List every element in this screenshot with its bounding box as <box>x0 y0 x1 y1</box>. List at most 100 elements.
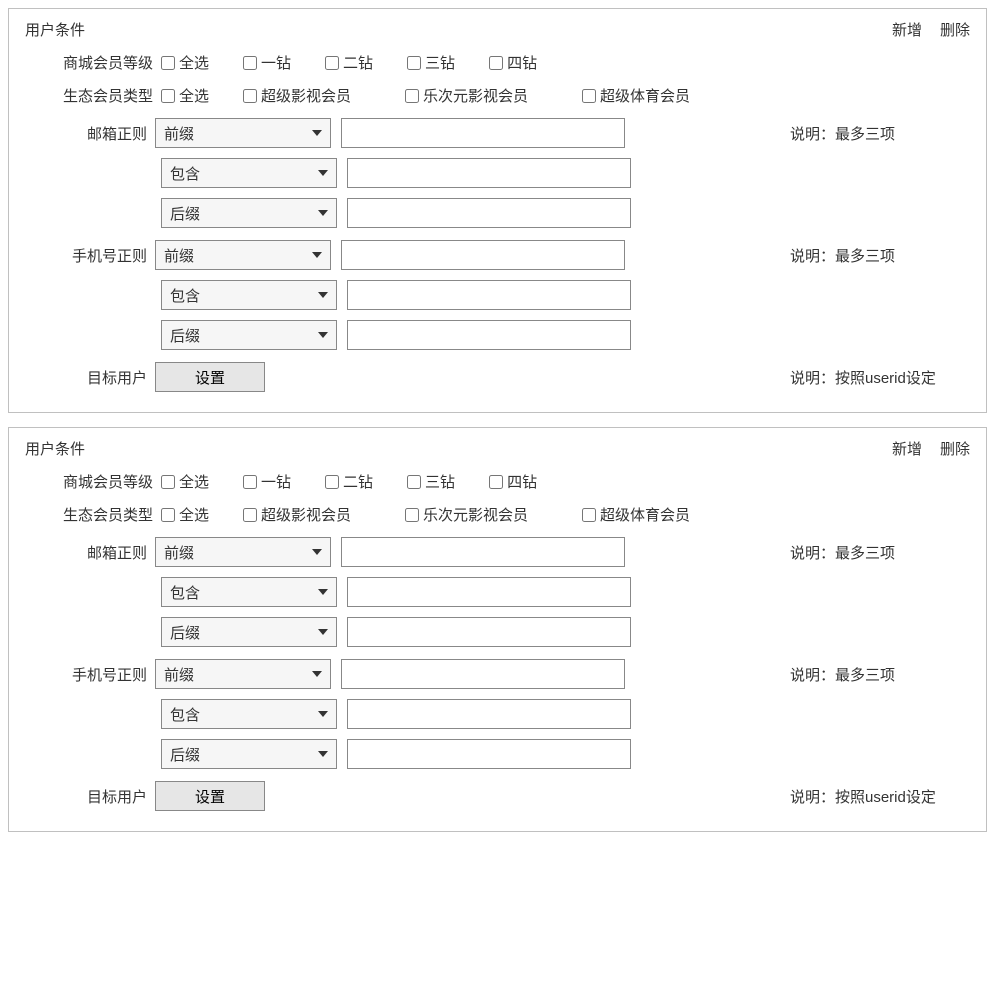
phone-regex-select-contain[interactable]: 包含 <box>161 280 337 310</box>
phone-regex-block: 手机号正则 前缀 说明：最多三项 包含 后缀 <box>25 659 970 769</box>
email-regex-select-prefix[interactable]: 前缀 <box>155 118 331 148</box>
email-regex-input-contain[interactable] <box>347 577 631 607</box>
checkbox-diamond-3[interactable]: 三钻 <box>407 52 455 73</box>
email-regex-input-suffix[interactable] <box>347 617 631 647</box>
target-user-set-button[interactable]: 设置 <box>155 362 265 392</box>
checkbox-2d-video[interactable]: 乐次元影视会员 <box>405 85 528 106</box>
checkbox-input[interactable] <box>243 475 257 489</box>
phone-regex-select-contain[interactable]: 包含 <box>161 699 337 729</box>
target-user-label: 目标用户 <box>25 367 155 388</box>
checkbox-all[interactable]: 全选 <box>161 504 209 525</box>
phone-regex-select-prefix[interactable]: 前缀 <box>155 659 331 689</box>
phone-regex-select-suffix[interactable]: 后缀 <box>161 739 337 769</box>
select-value: 前缀 <box>164 664 194 685</box>
phone-regex-block: 手机号正则 前缀 说明：最多三项 包含 后缀 <box>25 240 970 350</box>
select-value: 包含 <box>170 704 200 725</box>
email-regex-row-2: 后缀 <box>25 198 970 228</box>
phone-regex-input-prefix[interactable] <box>341 240 625 270</box>
mall-level-row: 商城会员等级 全选 一钻 二钻 三钻 四钻 <box>25 471 970 492</box>
checkbox-input[interactable] <box>161 475 175 489</box>
email-regex-row-1: 包含 <box>25 577 970 607</box>
select-value: 后缀 <box>170 622 200 643</box>
mall-level-options: 全选 一钻 二钻 三钻 四钻 <box>161 52 565 73</box>
checkbox-input[interactable] <box>325 56 339 70</box>
checkbox-input[interactable] <box>325 475 339 489</box>
phone-regex-input-contain[interactable] <box>347 280 631 310</box>
checkbox-input[interactable] <box>405 508 419 522</box>
checkbox-super-sport[interactable]: 超级体育会员 <box>582 504 690 525</box>
phone-regex-select-prefix[interactable]: 前缀 <box>155 240 331 270</box>
select-value: 包含 <box>170 582 200 603</box>
checkbox-diamond-2[interactable]: 二钻 <box>325 471 373 492</box>
chevron-down-icon <box>312 671 322 677</box>
email-regex-input-prefix[interactable] <box>341 118 625 148</box>
select-value: 前缀 <box>164 245 194 266</box>
email-regex-input-contain[interactable] <box>347 158 631 188</box>
email-regex-input-prefix[interactable] <box>341 537 625 567</box>
checkbox-diamond-1[interactable]: 一钻 <box>243 52 291 73</box>
checkbox-input[interactable] <box>405 89 419 103</box>
checkbox-label: 乐次元影视会员 <box>423 85 528 106</box>
checkbox-input[interactable] <box>489 56 503 70</box>
checkbox-input[interactable] <box>407 475 421 489</box>
email-regex-select-prefix[interactable]: 前缀 <box>155 537 331 567</box>
phone-regex-input-prefix[interactable] <box>341 659 625 689</box>
checkbox-diamond-3[interactable]: 三钻 <box>407 471 455 492</box>
mall-level-options: 全选 一钻 二钻 三钻 四钻 <box>161 471 565 492</box>
checkbox-input[interactable] <box>243 89 257 103</box>
checkbox-label: 超级体育会员 <box>600 504 690 525</box>
checkbox-diamond-4[interactable]: 四钻 <box>489 471 537 492</box>
checkbox-super-video[interactable]: 超级影视会员 <box>243 85 351 106</box>
email-regex-select-contain[interactable]: 包含 <box>161 158 337 188</box>
delete-button[interactable]: 删除 <box>940 438 970 459</box>
phone-regex-row-2: 后缀 <box>25 739 970 769</box>
checkbox-2d-video[interactable]: 乐次元影视会员 <box>405 504 528 525</box>
target-user-set-button[interactable]: 设置 <box>155 781 265 811</box>
checkbox-all[interactable]: 全选 <box>161 85 209 106</box>
checkbox-diamond-4[interactable]: 四钻 <box>489 52 537 73</box>
target-user-row: 目标用户 设置 说明：按照userid设定 <box>25 362 970 392</box>
phone-regex-input-contain[interactable] <box>347 699 631 729</box>
checkbox-input[interactable] <box>489 475 503 489</box>
checkbox-all[interactable]: 全选 <box>161 471 209 492</box>
eco-member-options: 全选 超级影视会员 乐次元影视会员 超级体育会员 <box>161 504 718 525</box>
checkbox-input[interactable] <box>407 56 421 70</box>
checkbox-label: 一钻 <box>261 52 291 73</box>
phone-regex-row-0: 手机号正则 前缀 说明：最多三项 <box>25 659 970 689</box>
checkbox-diamond-2[interactable]: 二钻 <box>325 52 373 73</box>
email-regex-select-suffix[interactable]: 后缀 <box>161 617 337 647</box>
checkbox-label: 一钻 <box>261 471 291 492</box>
phone-regex-input-suffix[interactable] <box>347 320 631 350</box>
phone-regex-select-suffix[interactable]: 后缀 <box>161 320 337 350</box>
checkbox-all[interactable]: 全选 <box>161 52 209 73</box>
email-regex-block: 邮箱正则 前缀 说明：最多三项 包含 后缀 <box>25 537 970 647</box>
chevron-down-icon <box>318 332 328 338</box>
checkbox-input[interactable] <box>161 508 175 522</box>
select-value: 包含 <box>170 163 200 184</box>
checkbox-label: 二钻 <box>343 471 373 492</box>
checkbox-input[interactable] <box>161 89 175 103</box>
checkbox-label: 超级影视会员 <box>261 85 351 106</box>
checkbox-input[interactable] <box>582 508 596 522</box>
phone-regex-input-suffix[interactable] <box>347 739 631 769</box>
email-regex-row-2: 后缀 <box>25 617 970 647</box>
email-regex-select-suffix[interactable]: 后缀 <box>161 198 337 228</box>
chevron-down-icon <box>318 711 328 717</box>
checkbox-label: 四钻 <box>507 52 537 73</box>
phone-regex-label: 手机号正则 <box>25 664 155 685</box>
checkbox-input[interactable] <box>243 508 257 522</box>
chevron-down-icon <box>318 210 328 216</box>
delete-button[interactable]: 删除 <box>940 19 970 40</box>
checkbox-label: 四钻 <box>507 471 537 492</box>
email-regex-select-contain[interactable]: 包含 <box>161 577 337 607</box>
checkbox-input[interactable] <box>161 56 175 70</box>
checkbox-diamond-1[interactable]: 一钻 <box>243 471 291 492</box>
phone-regex-hint: 说明：最多三项 <box>750 664 970 685</box>
email-regex-input-suffix[interactable] <box>347 198 631 228</box>
checkbox-super-sport[interactable]: 超级体育会员 <box>582 85 690 106</box>
checkbox-super-video[interactable]: 超级影视会员 <box>243 504 351 525</box>
add-button[interactable]: 新增 <box>892 19 922 40</box>
checkbox-input[interactable] <box>243 56 257 70</box>
checkbox-input[interactable] <box>582 89 596 103</box>
add-button[interactable]: 新增 <box>892 438 922 459</box>
